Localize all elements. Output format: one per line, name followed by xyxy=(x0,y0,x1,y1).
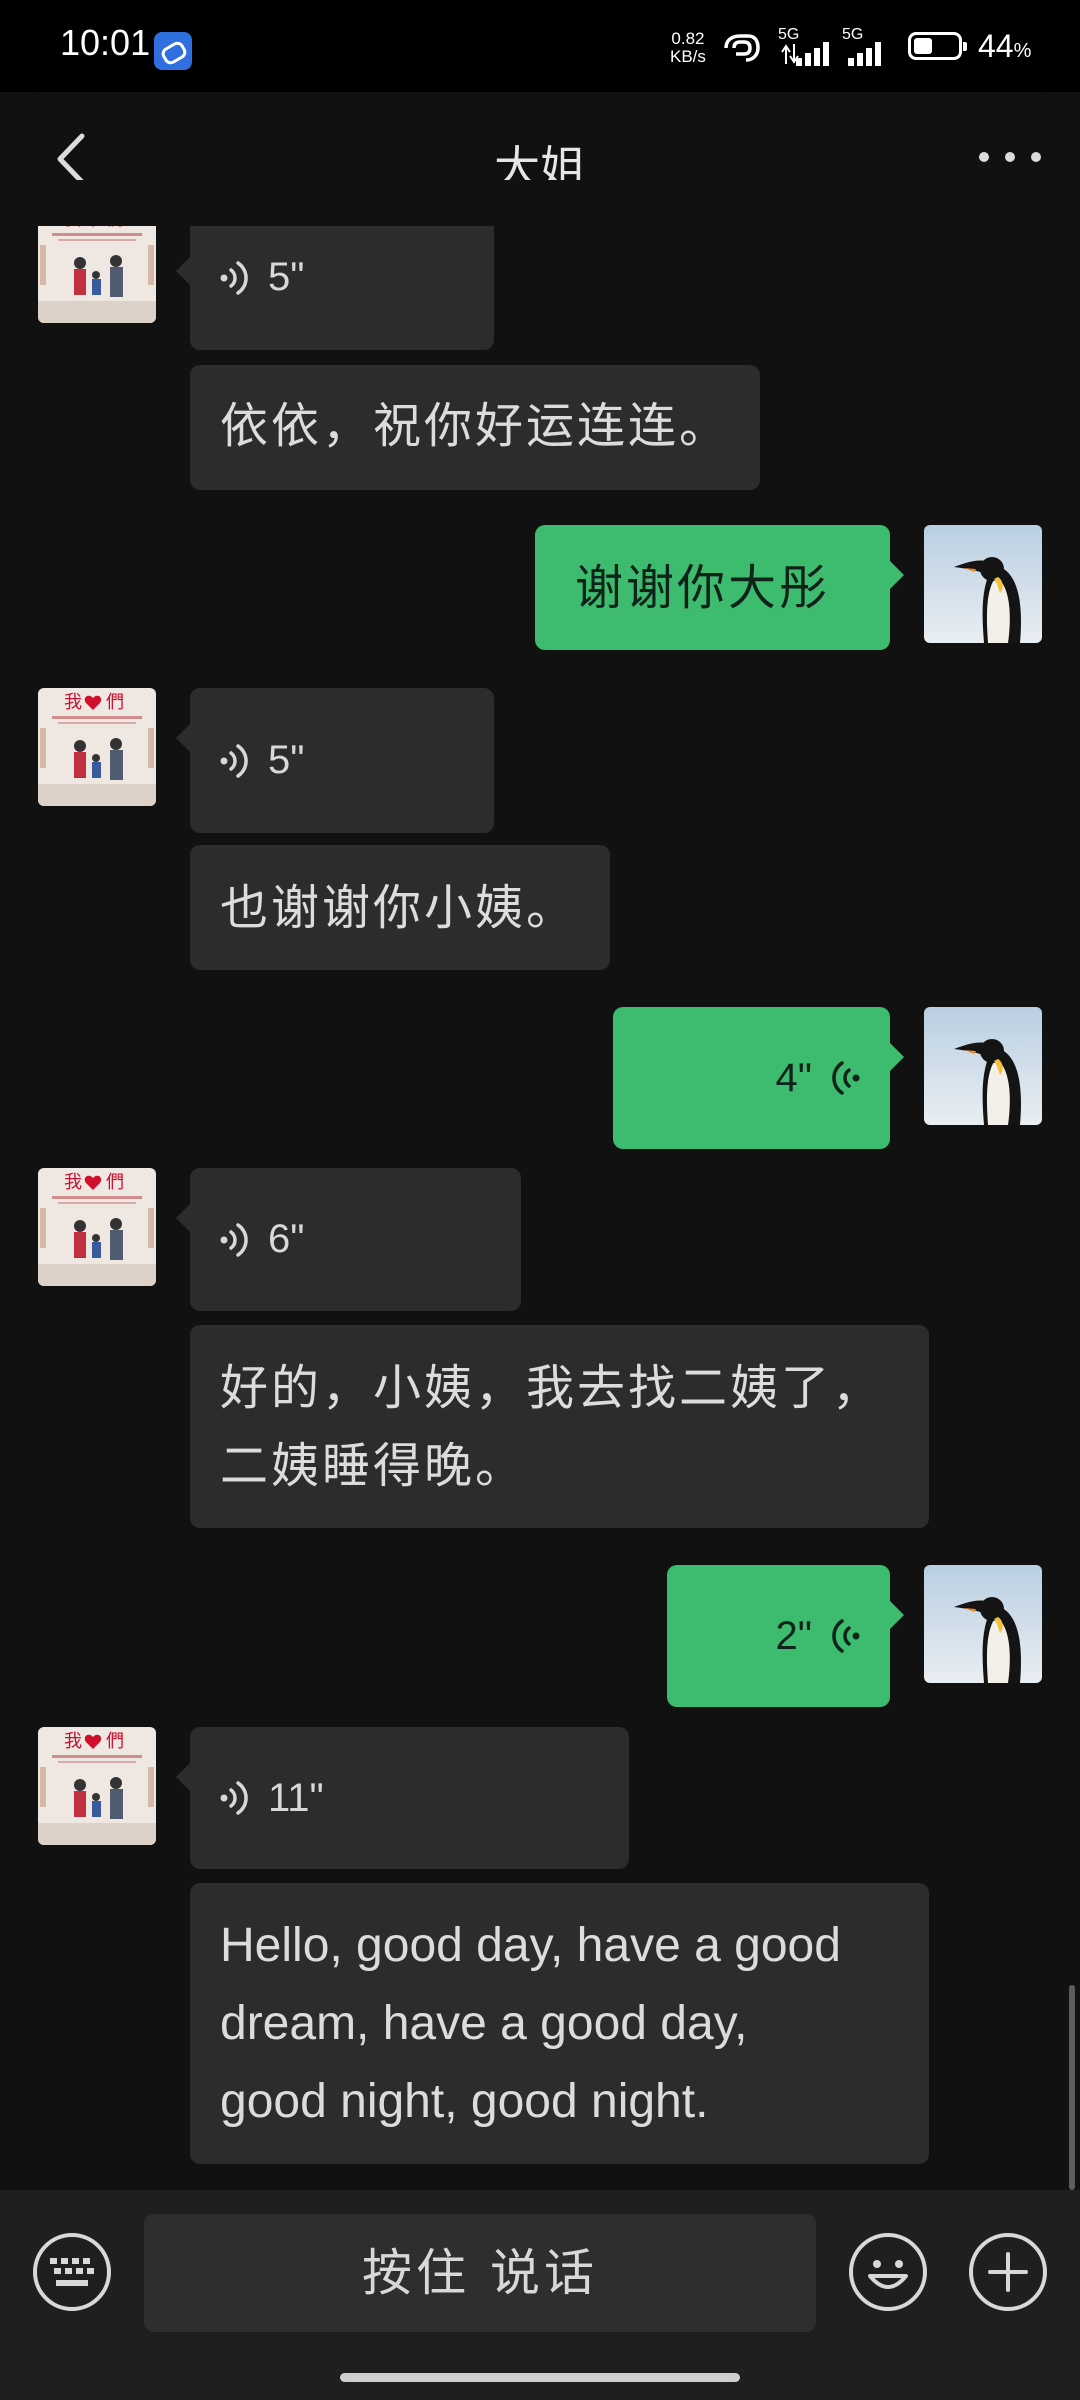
battery-percent: 44% xyxy=(978,28,1031,65)
self-avatar[interactable] xyxy=(924,525,1042,643)
voice-duration: 11" xyxy=(268,1775,324,1820)
sim2-signal: 5G xyxy=(838,26,898,66)
battery-percent-suffix: % xyxy=(1013,40,1032,62)
voice-duration: 2" xyxy=(775,1613,812,1658)
voice-duration: 5" xyxy=(268,255,305,299)
voice-wave-icon xyxy=(824,1058,864,1098)
status-time: 10:01 xyxy=(60,22,151,63)
battery-percent-value: 44 xyxy=(978,28,1014,64)
plus-icon[interactable] xyxy=(966,2230,1050,2314)
scrollbar[interactable] xyxy=(1069,1985,1075,2190)
text-message[interactable]: 依依，祝你好运连连。 xyxy=(190,365,760,490)
contact-avatar[interactable] xyxy=(38,688,156,806)
emoji-icon[interactable] xyxy=(846,2230,930,2314)
voice-wave-icon xyxy=(216,1778,256,1818)
keyboard-icon[interactable] xyxy=(30,2230,114,2314)
voice-message[interactable]: 6" xyxy=(176,1168,521,1311)
input-bar: 按住 说话 xyxy=(0,2190,1080,2400)
network-speed-value: 0.82 xyxy=(671,29,705,48)
signal-icon xyxy=(848,42,881,66)
contact-avatar[interactable] xyxy=(38,1727,156,1845)
voice-wave-icon xyxy=(216,741,256,781)
link-app-icon xyxy=(154,32,192,70)
message-text-line: 二姨睡得晚。 xyxy=(220,1438,527,1494)
battery-fill xyxy=(914,38,933,54)
message-text-line: good night, good night. xyxy=(220,2075,709,2128)
voice-wave-icon xyxy=(216,258,256,298)
voice-message[interactable]: 2" xyxy=(667,1565,904,1707)
voice-message[interactable]: 4" xyxy=(613,1007,904,1149)
sim1-signal: 5G xyxy=(774,26,834,66)
hotspot-icon xyxy=(724,34,760,62)
voice-message[interactable]: 5" xyxy=(176,688,494,833)
network-speed-unit: KB/s xyxy=(670,47,706,66)
voice-message[interactable]: 5" xyxy=(176,205,494,350)
voice-duration: 6" xyxy=(268,1217,305,1261)
message-text: 依依，祝你好运连连。 xyxy=(220,398,731,454)
hold-to-talk-button[interactable]: 按住 说话 xyxy=(144,2214,816,2332)
status-bar: 10:01 0.82 KB/s 5G 5G 44% xyxy=(0,0,1080,92)
message-text: 谢谢你大彤 xyxy=(575,560,831,616)
home-indicator[interactable] xyxy=(340,2373,740,2382)
contact-avatar[interactable] xyxy=(38,1168,156,1286)
self-avatar[interactable] xyxy=(924,1007,1042,1125)
more-dots-icon[interactable] xyxy=(970,132,1050,182)
message-text-line: Hello, good day, have a good xyxy=(220,1919,841,1972)
text-message[interactable]: 好的，小姨，我去找二姨了， 二姨睡得晚。 xyxy=(190,1325,929,1528)
message-text: 也谢谢你小姨。 xyxy=(220,880,578,936)
self-avatar[interactable] xyxy=(924,1565,1042,1683)
voice-duration: 4" xyxy=(775,1055,812,1100)
message-text-line: 好的，小姨，我去找二姨了， xyxy=(220,1360,884,1416)
voice-wave-icon xyxy=(824,1616,864,1656)
message-text-line: dream, have a good day, xyxy=(220,1997,748,2050)
text-message[interactable]: 也谢谢你小姨。 xyxy=(190,845,610,970)
text-message[interactable]: 谢谢你大彤 xyxy=(535,525,904,650)
voice-wave-icon xyxy=(216,1220,256,1260)
text-message[interactable]: Hello, good day, have a good dream, have… xyxy=(190,1883,929,2164)
battery-icon xyxy=(908,32,967,60)
voice-duration: 5" xyxy=(268,738,305,782)
voice-message[interactable]: 11" xyxy=(176,1727,629,1869)
signal-icon xyxy=(781,42,829,66)
network-speed: 0.82 KB/s xyxy=(670,30,706,66)
header-edge xyxy=(0,180,1080,226)
